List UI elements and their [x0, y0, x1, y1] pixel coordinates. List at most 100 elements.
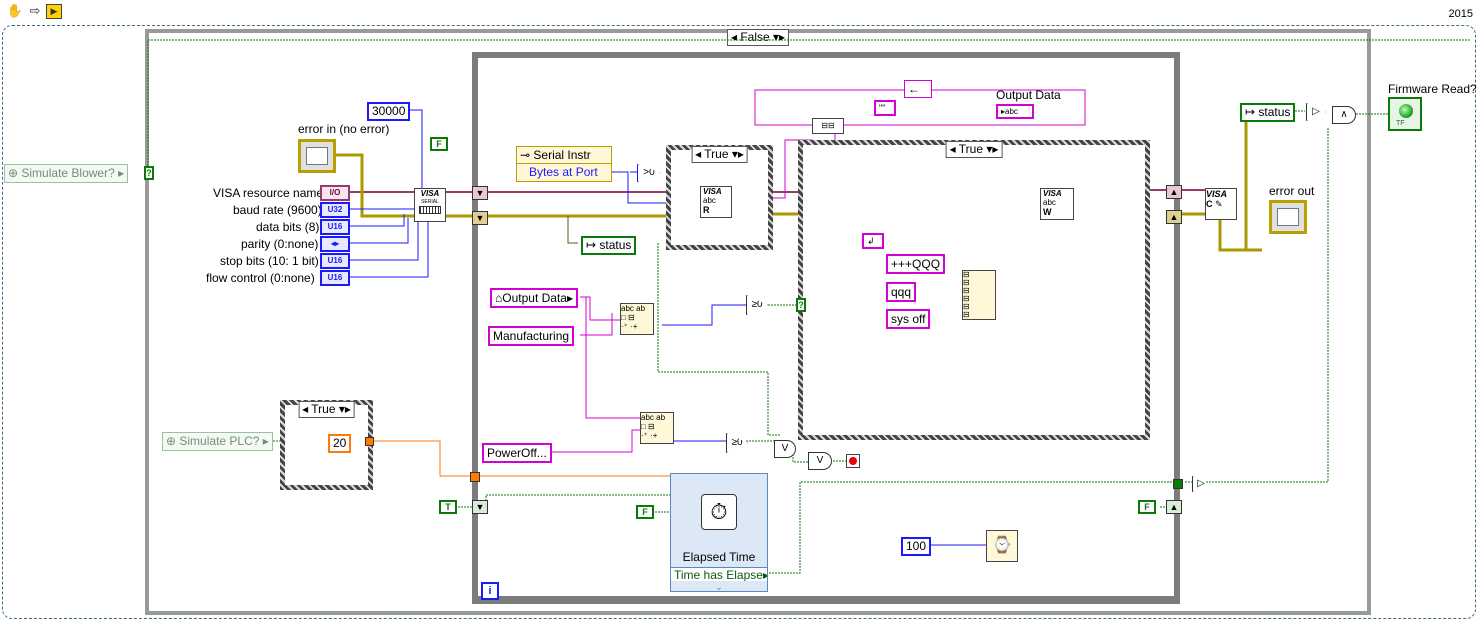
- cluster-icon: [306, 147, 328, 165]
- or-node-1[interactable]: V: [774, 440, 796, 458]
- plc-case-selector[interactable]: ◂ True ▾▸: [298, 401, 355, 418]
- visa-resource-name-label: VISA resource name: [213, 186, 324, 200]
- search-split-string-node-2[interactable]: abc ab □ ⊟ ·⁺ ·+: [640, 412, 674, 444]
- concatenate-strings-node[interactable]: ⊟⊟: [812, 118, 844, 134]
- serial-port-icon: [419, 206, 441, 214]
- firmware-read-indicator: TF: [1388, 97, 1422, 131]
- shift-register-right-bool: ▲: [1166, 500, 1182, 514]
- stop-bits-terminal[interactable]: U16: [320, 253, 350, 269]
- concatenate-strings-node-2[interactable]: ⊟ ⊟ ⊟ ⊟ ⊟ ⊟: [962, 270, 996, 320]
- shift-register-left-visa: ▼: [472, 186, 488, 200]
- simulate-plc-label: Simulate PLC?: [179, 434, 260, 448]
- output-data-local-variable[interactable]: ⌂Output Data▸: [490, 288, 578, 308]
- iteration-terminal-icon: i: [481, 582, 499, 600]
- or-node-2[interactable]: V: [808, 452, 832, 470]
- error-in-terminal[interactable]: [298, 139, 336, 173]
- plc-case-label: True: [311, 402, 336, 416]
- output-data-indicator: ▸abc: [996, 104, 1034, 119]
- simulate-plc-control[interactable]: ⊕ Simulate PLC? ▸: [162, 432, 273, 451]
- led-icon: [1399, 104, 1413, 118]
- case-selector-terminal: ?: [144, 166, 154, 180]
- false-constant-right[interactable]: F: [1138, 500, 1156, 514]
- expand-chevron-icon: ⌄: [715, 582, 723, 592]
- visa-serial-text: VISA: [420, 189, 440, 198]
- visa-write-abc: abc: [1043, 198, 1056, 207]
- error-out-label: error out: [1269, 184, 1315, 198]
- poweroff-constant[interactable]: PowerOff...: [482, 443, 552, 463]
- visa-resource-terminal[interactable]: I/O: [320, 185, 350, 201]
- simulate-blower-control[interactable]: ⊕ Simulate Blower? ▸: [4, 164, 129, 183]
- shift-register-right-visa: ▲: [1166, 185, 1182, 199]
- output-data-local-text: Output Data: [502, 291, 567, 305]
- read-case-label: True: [704, 147, 729, 161]
- manufacturing-constant[interactable]: Manufacturing: [488, 326, 575, 346]
- and-node[interactable]: ∧: [1332, 106, 1356, 124]
- timeout-constant[interactable]: 30000: [367, 102, 411, 121]
- visa-read-text: VISA: [703, 187, 722, 196]
- carriage-return-constant[interactable]: ↲: [862, 233, 884, 249]
- time-has-elapsed-output[interactable]: Time has Elapse▸: [671, 567, 767, 581]
- parity-label: parity (0:none): [241, 237, 319, 251]
- unbundle-status[interactable]: ↦ status: [581, 236, 637, 255]
- wait-ms-icon[interactable]: ⌚: [986, 530, 1018, 562]
- elapsed-time-title: Elapsed Time: [682, 550, 756, 564]
- flow-control-label: flow control (0:none): [206, 271, 315, 285]
- shift-register-right-error: ▲: [1166, 210, 1182, 224]
- firmware-read-label: Firmware Read?: [1388, 82, 1477, 96]
- cluster-out-icon: [1277, 208, 1299, 226]
- status-unbundle-label: status: [599, 238, 632, 252]
- feedback-node[interactable]: ←: [904, 80, 932, 98]
- stop-bits-label: stop bits (10: 1 bit): [220, 254, 319, 268]
- data-bits-label: data bits (8): [256, 220, 320, 234]
- orange-tunnel: [365, 437, 374, 446]
- elapsed-time-express-vi[interactable]: ⏱ Elapsed Time Time has Elapse▸ ⌄: [670, 473, 768, 592]
- shift-register-left-error: ▼: [472, 211, 488, 225]
- empty-string-constant[interactable]: "": [874, 100, 896, 116]
- visa-configure-serial-node[interactable]: VISA SERIAL: [414, 188, 446, 222]
- visa-read-node[interactable]: VISA abc R: [700, 186, 732, 218]
- orange-loop-tunnel: [470, 472, 480, 482]
- stop-condition-icon[interactable]: [846, 454, 860, 468]
- data-bits-terminal[interactable]: U16: [320, 219, 350, 235]
- flow-control-terminal[interactable]: U16: [320, 270, 350, 286]
- output-data-indicator-label: Output Data: [996, 88, 1061, 102]
- property-node-class-text: Serial Instr: [533, 148, 591, 162]
- sys-off-constant[interactable]: sys off: [886, 309, 931, 329]
- write-case-selector[interactable]: ◂ True ▾▸: [945, 141, 1003, 158]
- tf-text: TF: [1396, 120, 1405, 127]
- visa-write-text: VISA: [1043, 189, 1062, 198]
- property-node-class: ⊸ Serial Instr: [517, 147, 611, 164]
- parity-terminal[interactable]: ◂▸: [320, 236, 350, 252]
- constant-100[interactable]: 100: [901, 537, 932, 556]
- visa-write-w: W: [1043, 207, 1052, 217]
- property-node[interactable]: ⊸ Serial Instr Bytes at Port: [516, 146, 612, 182]
- visa-read-r: R: [703, 205, 710, 215]
- stopwatch-icon: ⏱: [701, 494, 737, 530]
- false-constant-top[interactable]: F: [430, 137, 448, 151]
- plc-case-structure: ◂ True ▾▸: [280, 400, 373, 490]
- unbundle-status-right[interactable]: ↦ status: [1240, 103, 1296, 122]
- status-right-label: status: [1258, 105, 1291, 119]
- error-in-label: error in (no error): [298, 122, 390, 136]
- search-split-string-node[interactable]: abc ab □ ⊟ ·⁺ ·+: [620, 303, 654, 335]
- visa-read-abc: abc: [703, 196, 716, 205]
- plus-qqq-constant[interactable]: +++QQQ: [886, 254, 946, 274]
- bool-tunnel-out: [1173, 479, 1183, 489]
- read-case-selector[interactable]: ◂ True ▾▸: [691, 146, 748, 163]
- case-selector-write: ?: [796, 298, 806, 312]
- error-out-terminal: [1269, 200, 1307, 234]
- write-case-label: True: [958, 142, 983, 156]
- baud-rate-label: baud rate (9600): [233, 203, 322, 217]
- serial-subtext: SERIAL: [421, 199, 439, 205]
- true-constant[interactable]: T: [439, 500, 457, 514]
- time-has-elapsed-text: Time has Elapse: [674, 568, 763, 581]
- visa-write-node[interactable]: VISA abc W: [1040, 188, 1074, 220]
- shift-register-left-bool: ▼: [472, 500, 488, 514]
- baud-rate-terminal[interactable]: U32: [320, 202, 350, 218]
- qqq-constant[interactable]: qqq: [886, 282, 917, 302]
- property-node-bytes[interactable]: Bytes at Port: [517, 164, 611, 180]
- simulate-blower-label: Simulate Blower?: [21, 166, 115, 180]
- false-constant-elapsed[interactable]: F: [636, 505, 654, 519]
- visa-close-node[interactable]: VISA C ✎: [1205, 188, 1237, 220]
- constant-20[interactable]: 20: [328, 434, 352, 453]
